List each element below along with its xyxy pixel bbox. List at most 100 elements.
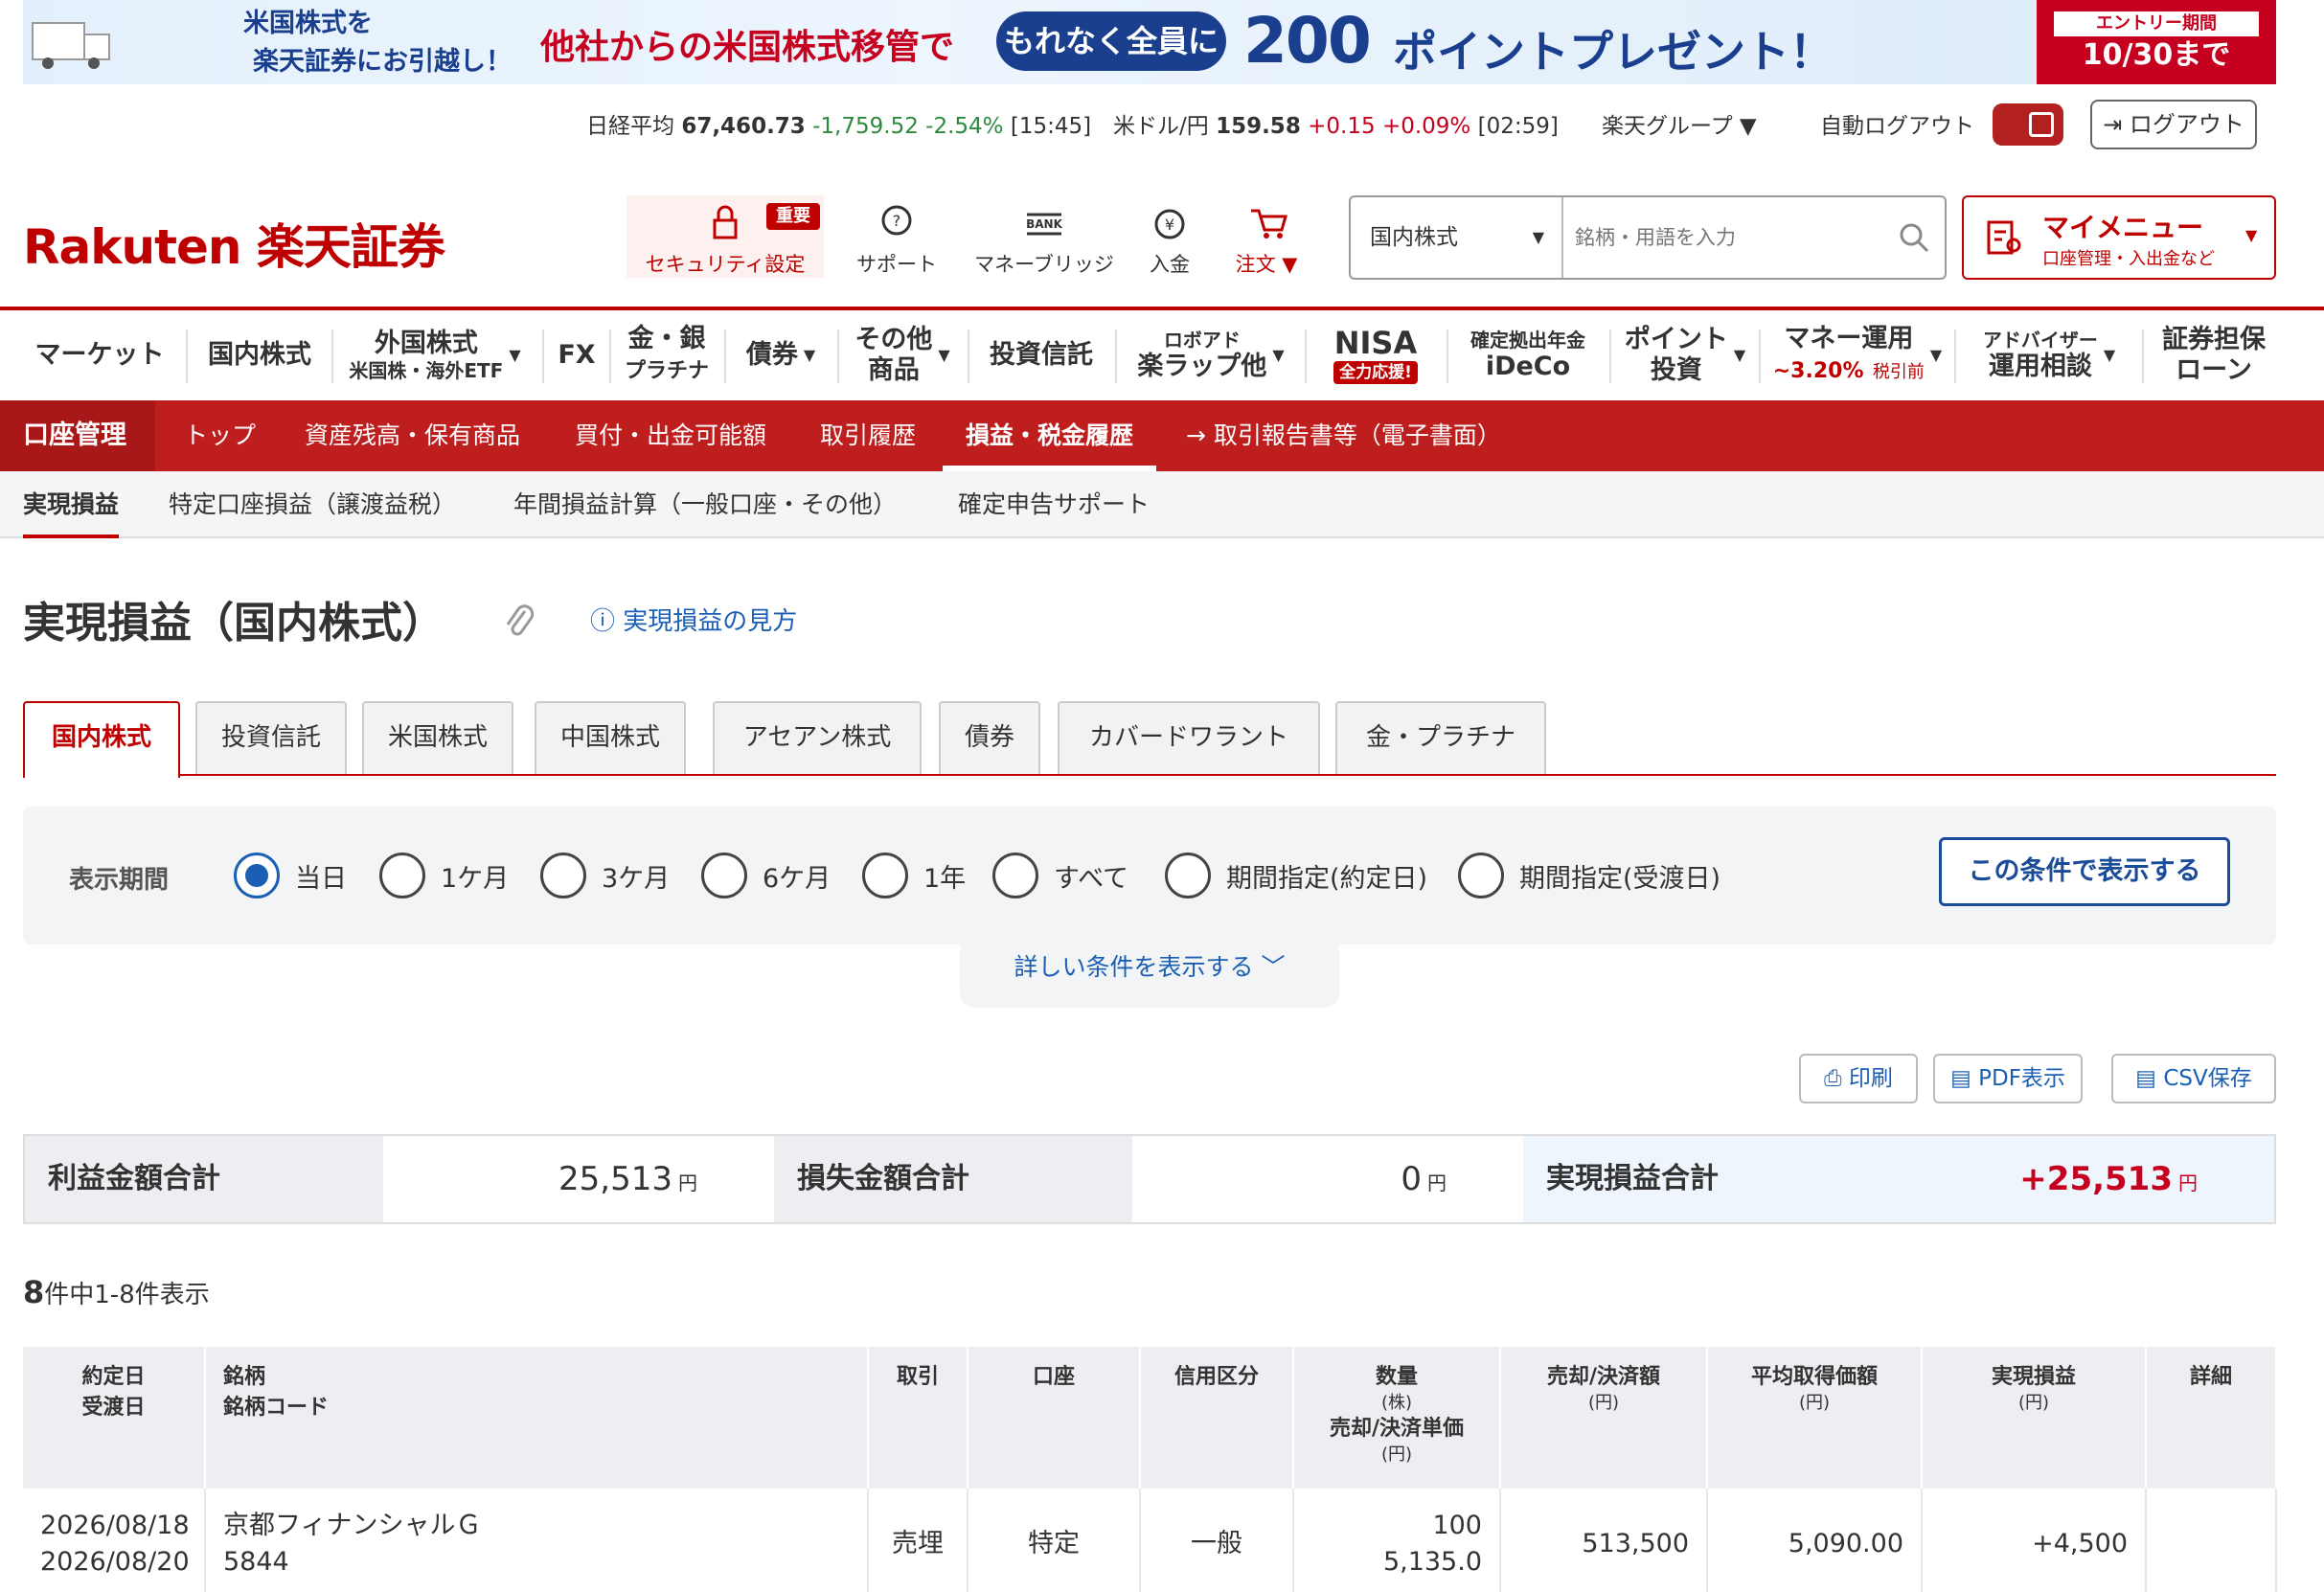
page-title: 実現損益（国内株式） <box>23 599 444 648</box>
radio-label: 期間指定(受渡日) <box>1519 863 1721 894</box>
account-nav-assets[interactable]: 資産残高・保有商品 <box>305 400 520 471</box>
csv-button[interactable]: ▤ CSV保存 <box>2111 1054 2276 1103</box>
search-category: 国内株式 <box>1370 225 1458 250</box>
tab-domestic[interactable]: 国内株式 <box>23 701 180 778</box>
search-icon[interactable] <box>1897 220 1931 255</box>
nav-robo-l2: 楽ラップ他 <box>1137 352 1267 381</box>
nav-fx[interactable]: FX <box>552 324 602 387</box>
th-name-1: 銘柄 <box>223 1365 266 1389</box>
account-nav-history[interactable]: 取引履歴 <box>820 400 916 471</box>
cart-icon <box>1251 209 1287 239</box>
cell-detail[interactable] <box>2146 1489 2277 1592</box>
nav-money[interactable]: マネー運用 ~3.20% 税引前 ▼ <box>1768 324 1947 387</box>
print-button[interactable]: ⎙ 印刷 <box>1799 1054 1918 1103</box>
account-nav-buying-power[interactable]: 買付・出金可能額 <box>575 400 766 471</box>
nav-gold[interactable]: 金・銀 プラチナ <box>619 324 715 387</box>
csv-label: CSV保存 <box>2163 1066 2252 1091</box>
nav-foreign[interactable]: 外国株式 米国株・海外ETF ▼ <box>341 324 529 387</box>
printer-icon: ⎙ <box>1824 1066 1849 1091</box>
nav-advisor[interactable]: アドバイザー 運用相談 ▼ <box>1964 324 2134 387</box>
money-bridge-button[interactable]: BANK マネーブリッジ <box>968 203 1121 278</box>
svg-text:BANK: BANK <box>1026 217 1062 231</box>
cell-qty: 100 <box>1432 1511 1482 1540</box>
logout-button[interactable]: ⇥ ログアウト <box>2090 100 2257 149</box>
nav-other-l1: その他 <box>854 325 933 354</box>
pdf-icon: ▤ <box>1950 1066 1979 1091</box>
radio-3m[interactable]: 3ケ月 <box>540 849 670 902</box>
radio-trade-date[interactable]: 期間指定(約定日) <box>1165 849 1427 902</box>
search-box: 国内株式 ▼ <box>1349 195 1947 280</box>
radio-6m[interactable]: 6ケ月 <box>701 849 831 902</box>
support-button[interactable]: ? サポート <box>843 203 950 278</box>
th-name: 銘柄 銘柄コード <box>205 1347 869 1489</box>
cell-dates: 2026/08/18 2026/08/20 <box>23 1489 206 1592</box>
th-price-unit: (円) <box>1380 1444 1413 1465</box>
tab-bond[interactable]: 債券 <box>939 701 1040 774</box>
group-menu[interactable]: 楽天グループ ▼ <box>1602 107 1757 142</box>
usd-time: [02:59] <box>1477 114 1559 139</box>
nav-bond[interactable]: 債券 ▼ <box>734 324 828 387</box>
order-button[interactable]: 注文 ▼ <box>1230 203 1303 278</box>
help-link[interactable]: ⓘ 実現損益の見方 <box>590 602 797 637</box>
account-nav-pl-tax[interactable]: 損益・税金履歴 <box>943 400 1157 471</box>
tab-covered-warrant[interactable]: カバードワラント <box>1058 701 1320 774</box>
question-circle-icon: ⓘ <box>590 607 624 636</box>
tab-china[interactable]: 中国株式 <box>535 701 686 774</box>
rakuten-logo[interactable]: Rakuten 楽天証券 <box>23 209 445 278</box>
cell-account: 特定 <box>968 1489 1141 1592</box>
nav-loan[interactable]: 証券担保 ローン <box>2152 324 2276 387</box>
radio-1y[interactable]: 1年 <box>862 849 966 902</box>
nav-other-l2: 商品 <box>867 355 920 385</box>
nav-domestic[interactable]: 国内株式 <box>195 324 324 387</box>
th-amount-unit: (円) <box>1587 1393 1620 1413</box>
nav-market[interactable]: マーケット <box>23 324 176 387</box>
subnav-realized[interactable]: 実現損益 <box>23 471 120 538</box>
nav-other[interactable]: その他 商品 ▼ <box>847 324 958 387</box>
account-nav-reports[interactable]: → 取引報告書等（電子書面） <box>1186 400 1501 471</box>
main-nav: マーケット 国内株式 外国株式 米国株・海外ETF ▼ FX 金・銀 プラチナ 債券 ▼… <box>0 307 2324 397</box>
tab-asean[interactable]: アセアン株式 <box>713 701 922 774</box>
radio-1m[interactable]: 1ケ月 <box>379 849 509 902</box>
auto-logout-toggle[interactable] <box>1993 103 2063 146</box>
nav-nisa-sub: 全力応援! <box>1333 360 1418 384</box>
th-qty-unit: (株) <box>1380 1393 1413 1413</box>
radio-circle <box>1165 853 1211 898</box>
tab-gold[interactable]: 金・プラチナ <box>1335 701 1546 774</box>
pdf-button[interactable]: ▤ PDF表示 <box>1933 1054 2083 1103</box>
subnav-specific[interactable]: 特定口座損益（譲渡益税） <box>169 471 456 538</box>
nav-ideco[interactable]: 確定拠出年金 iDeCo <box>1456 324 1600 387</box>
bridge-label: マネーブリッジ <box>974 253 1114 276</box>
yen-unit: 円 <box>678 1171 697 1194</box>
my-menu-button[interactable]: マイメニュー 口座管理・入出金など ▼ <box>1962 195 2276 280</box>
mymenu-label: マイメニュー <box>2042 212 2204 243</box>
radio-circle <box>992 853 1038 898</box>
cell-stock-name[interactable]: 京都フィナンシャルＧ <box>223 1511 481 1540</box>
radio-settle-date[interactable]: 期間指定(受渡日) <box>1458 849 1720 902</box>
nav-fund[interactable]: 投資信託 <box>977 324 1105 387</box>
nav-point[interactable]: ポイント 投資 ▼ <box>1619 324 1751 387</box>
promo-banner[interactable]: 米国株式を 楽天証券にお引越し！ 他社からの米国株式移管で もれなく全員に 20… <box>23 0 2276 84</box>
paperclip-icon[interactable] <box>502 602 536 640</box>
radio-label: 1年 <box>923 863 967 894</box>
show-more-conditions[interactable]: 詳しい条件を表示する ﹀ <box>960 937 1339 1008</box>
apply-conditions-button[interactable]: この条件で表示する <box>1939 837 2230 906</box>
pdf-label: PDF表示 <box>1978 1066 2065 1091</box>
radio-today[interactable]: 当日 <box>234 849 347 902</box>
cell-amount: 513,500 <box>1500 1489 1708 1592</box>
account-nav-top[interactable]: トップ <box>184 400 256 471</box>
radio-all[interactable]: すべて <box>992 849 1128 902</box>
tab-fund[interactable]: 投資信託 <box>195 701 347 774</box>
subnav-tax-return[interactable]: 確定申告サポート <box>958 471 1150 538</box>
nav-loan-l1: 証券担保 <box>2162 325 2266 354</box>
search-input[interactable] <box>1575 216 1881 259</box>
nav-point-l1: ポイント <box>1624 325 1728 354</box>
subnav-annual[interactable]: 年間損益計算（一般口座・その他） <box>513 471 897 538</box>
th-pl-label: 実現損益 <box>1991 1365 2076 1389</box>
search-category-select[interactable]: 国内株式 ▼ <box>1351 197 1563 278</box>
th-date-1: 約定日 <box>81 1365 146 1389</box>
deposit-button[interactable]: ¥ 入金 <box>1138 203 1201 278</box>
nav-robo-l1: ロボアド <box>1163 329 1241 352</box>
nav-nisa[interactable]: NISA 全力応援! <box>1314 324 1437 387</box>
nav-robo[interactable]: ロボアド 楽ラップ他 ▼ <box>1125 324 1297 387</box>
tab-us[interactable]: 米国株式 <box>362 701 513 774</box>
